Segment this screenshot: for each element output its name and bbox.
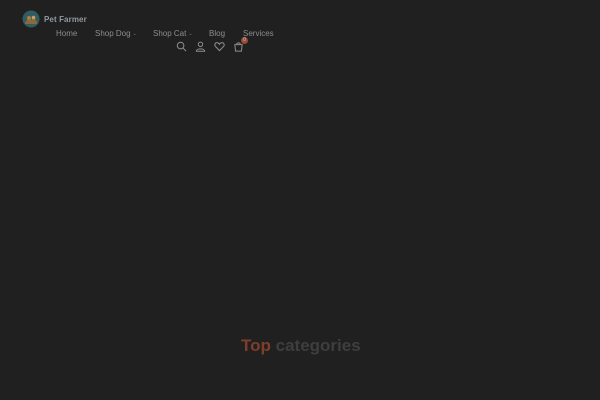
section-title-accent: Top bbox=[241, 336, 271, 355]
search-icon[interactable] bbox=[176, 41, 187, 52]
heart-icon[interactable] bbox=[214, 41, 225, 52]
chevron-down-icon: ⌄ bbox=[132, 30, 137, 37]
nav-item-shop-cat[interactable]: Shop Cat ⌄ bbox=[153, 29, 209, 38]
cart-count-badge: 0 bbox=[241, 37, 248, 44]
main-nav: Home Shop Dog ⌄ Shop Cat ⌄ Blog Services bbox=[56, 29, 274, 38]
nav-item-label: Shop Dog bbox=[95, 29, 131, 38]
nav-item-label: Services bbox=[243, 29, 274, 38]
section-title-rest: categories bbox=[275, 336, 361, 355]
nav-item-label: Home bbox=[56, 29, 78, 38]
nav-item-label: Shop Cat bbox=[153, 29, 187, 38]
nav-item-blog[interactable]: Blog bbox=[209, 29, 243, 38]
user-icon[interactable] bbox=[195, 41, 206, 52]
chevron-down-icon: ⌄ bbox=[188, 30, 193, 37]
section-title: Top categories bbox=[241, 336, 361, 356]
nav-item-shop-dog[interactable]: Shop Dog ⌄ bbox=[95, 29, 153, 38]
brand-name: Pet Farmer bbox=[44, 14, 87, 24]
pet-farmer-logo-icon bbox=[22, 10, 40, 28]
nav-item-services[interactable]: Services bbox=[243, 29, 274, 38]
header-icons: 0 bbox=[176, 37, 248, 52]
nav-item-home[interactable]: Home bbox=[56, 29, 95, 38]
site-logo[interactable]: Pet Farmer bbox=[22, 10, 87, 28]
nav-item-label: Blog bbox=[209, 29, 226, 38]
cart-icon[interactable]: 0 bbox=[233, 37, 248, 52]
